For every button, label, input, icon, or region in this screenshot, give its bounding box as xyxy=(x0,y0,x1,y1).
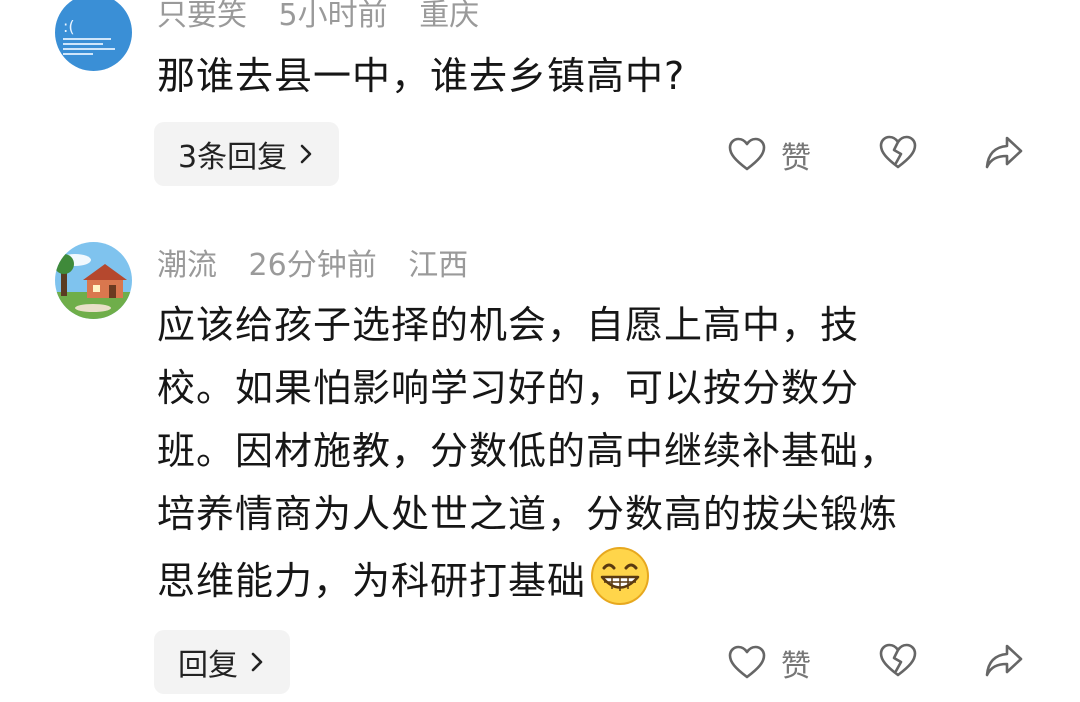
comment-text: 那谁去县一中，谁去乡镇高中? xyxy=(157,54,686,98)
comment-text-segment: 思维能力，为科研打基础 xyxy=(157,559,587,603)
dislike-button[interactable] xyxy=(878,133,918,173)
avatar[interactable] xyxy=(55,242,132,319)
comment-text-line: 校。如果怕影响学习好的，可以按分数分 xyxy=(157,366,860,410)
reply-label: 回复 xyxy=(178,648,238,683)
share-button[interactable] xyxy=(983,133,1025,173)
like-label: 赞 xyxy=(781,649,811,684)
like-button[interactable]: 赞 xyxy=(727,641,811,685)
house-landscape-avatar-icon xyxy=(55,242,132,319)
comment-meta: 潮流 26分钟前 江西 xyxy=(157,246,490,286)
blue-screen-avatar-icon: :( xyxy=(55,0,132,71)
comment-text: 应该给孩子选择的机会，自愿上高中，技 校。如果怕影响学习好的，可以按分数分 班。… xyxy=(157,294,1017,613)
broken-heart-icon xyxy=(879,135,917,169)
username[interactable]: 潮流 xyxy=(157,248,217,283)
timestamp: 5小时前 xyxy=(278,0,388,33)
username[interactable]: 只要笑 xyxy=(157,0,247,33)
dislike-button[interactable] xyxy=(878,641,918,681)
comment-text-line: 应该给孩子选择的机会，自愿上高中，技 xyxy=(157,303,860,347)
svg-text::(: :( xyxy=(63,17,75,36)
comment-meta: 只要笑 5小时前 重庆 xyxy=(157,0,501,36)
grinning-face-emoji-icon xyxy=(591,547,650,605)
like-button[interactable]: 赞 xyxy=(727,133,811,177)
share-button[interactable] xyxy=(983,641,1025,681)
avatar[interactable]: :( xyxy=(55,0,132,71)
comment-item: :( 只要笑 5小时前 重庆 那谁去县一中，谁去乡镇高中? 3条回复 赞 xyxy=(0,0,1080,200)
heart-icon xyxy=(728,645,766,679)
comment-item: 潮流 26分钟前 江西 应该给孩子选择的机会，自愿上高中，技 校。如果怕影响学习… xyxy=(0,242,1080,702)
heart-icon xyxy=(728,137,766,171)
reply-button[interactable]: 回复 xyxy=(154,630,290,694)
share-arrow-icon xyxy=(985,136,1023,169)
location: 重庆 xyxy=(419,0,480,33)
chevron-right-icon xyxy=(300,144,312,164)
comment-text-line: 班。因材施教，分数低的高中继续补基础， xyxy=(157,429,899,473)
chevron-right-icon xyxy=(251,652,263,672)
reply-count-label: 3条回复 xyxy=(178,140,288,175)
location: 江西 xyxy=(408,248,469,283)
like-label: 赞 xyxy=(781,141,811,176)
broken-heart-icon xyxy=(879,643,917,677)
comment-text-line: 思维能力，为科研打基础 xyxy=(157,546,1017,613)
share-arrow-icon xyxy=(985,644,1023,677)
timestamp: 26分钟前 xyxy=(248,248,377,283)
view-replies-button[interactable]: 3条回复 xyxy=(154,122,340,186)
comment-text-line: 培养情商为人处世之道，分数高的拔尖锻炼 xyxy=(157,492,899,536)
